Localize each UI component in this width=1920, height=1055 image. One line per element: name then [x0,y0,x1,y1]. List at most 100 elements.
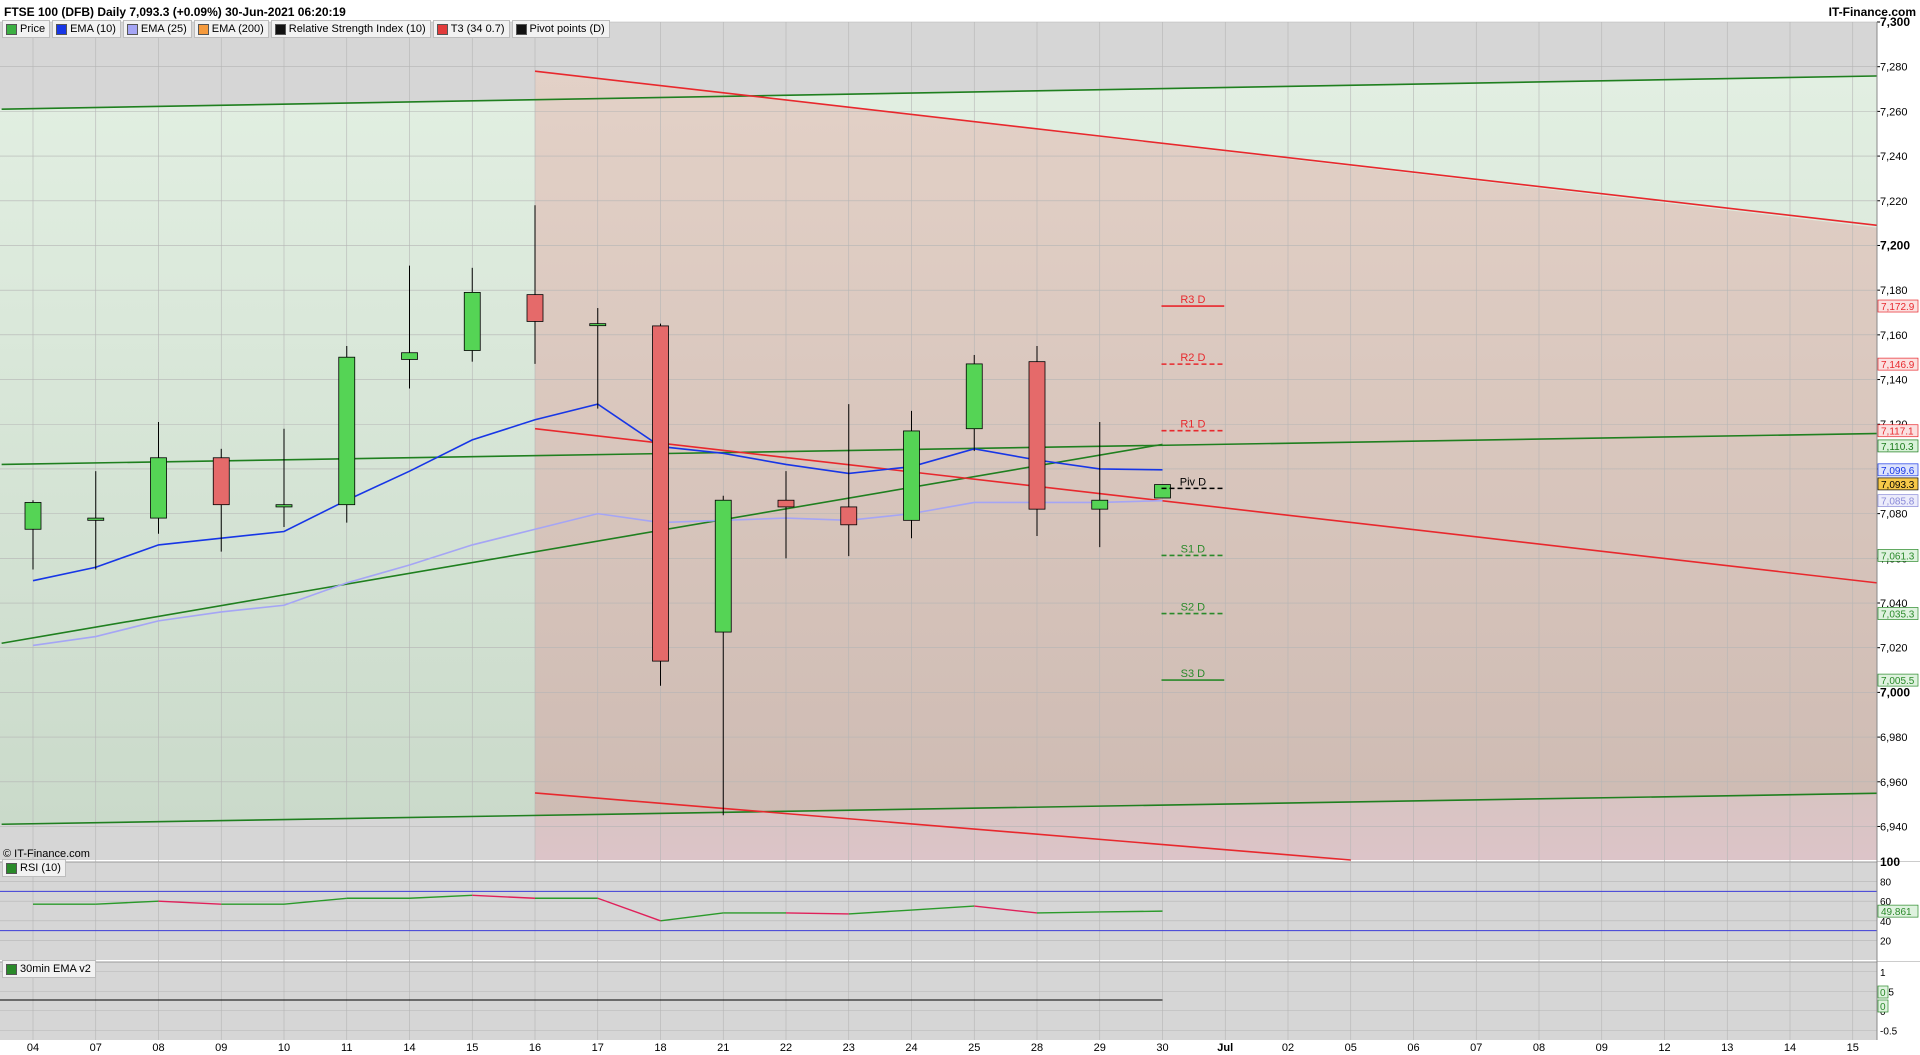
rsi-panel-label[interactable]: RSI (10) [2,859,66,877]
price-tick-label: 6,940 [1880,821,1908,833]
time-tick-label: 13 [1721,1042,1733,1054]
legend-label: EMA (10) [70,23,116,35]
price-tick-label: 7,000 [1880,685,1910,699]
legend-item-ema25[interactable]: EMA (25) [122,20,192,38]
candle-body-28 [1028,361,1046,510]
pivot-tag: 7,172.9 [1881,302,1915,313]
time-tick-label: 22 [780,1042,792,1054]
ema10-swatch-icon [56,23,68,35]
candle-body-16 [526,294,544,322]
time-tick-label: 02 [1282,1042,1294,1054]
time-tick-label: 07 [90,1042,102,1054]
price-tick-label: 7,180 [1880,285,1908,297]
rsi-segment [1099,910,1163,913]
rsi-panel-title: RSI (10) [20,862,61,874]
pivot-tag: 7,061.3 [1881,551,1915,562]
rsi-segment [785,912,849,915]
ema-panel-icon [6,963,17,975]
pivot-label: Piv D [1180,476,1206,488]
time-tick-label: 12 [1658,1042,1670,1054]
pivot-tag: 7,146.9 [1881,360,1915,371]
time-tick-label: 18 [654,1042,666,1054]
rsi-tick-label: 100 [1880,855,1900,869]
time-tick-label: 30 [1156,1042,1168,1054]
time-tick-label: 16 [529,1042,541,1054]
time-tick-label: 06 [1407,1042,1419,1054]
candle-body-22 [777,499,795,508]
time-tick-label: 14 [403,1042,415,1054]
ema-value-tag: 0 [1880,988,1886,999]
pivot-tag: 7,005.5 [1881,676,1915,687]
brand-link[interactable]: IT-Finance.com [1829,5,1916,19]
time-tick-label: 11 [341,1042,352,1054]
candle-body-08 [150,457,167,519]
price-tag: 7,110.3 [1881,442,1914,453]
pivot-label: S3 D [1181,668,1206,680]
price-tick-label: 7,160 [1880,330,1908,342]
time-tick-label: 28 [1031,1042,1043,1054]
candle-body-10 [275,504,293,508]
price-tag: 7,093.3 [1881,480,1915,491]
price-tick-label: 7,020 [1880,643,1908,655]
rsi-swatch-icon [274,23,286,35]
candle-body-17 [589,323,607,327]
pivot-tag: 7,035.3 [1881,610,1915,621]
legend-item-rsi[interactable]: Relative Strength Index (10) [270,20,431,38]
candle-body-30 [1154,484,1171,499]
rsi-tick-label: 80 [1880,878,1892,889]
time-tick-label: 10 [278,1042,290,1054]
rsi-panel-icon [6,862,17,874]
legend-label: Price [20,23,46,35]
time-tick-label: 23 [843,1042,855,1054]
price-swatch-icon [6,23,17,35]
chart-title: FTSE 100 (DFB) Daily 7,093.3 (+0.09%) 30… [4,5,346,19]
price-tick-label: 6,960 [1880,777,1908,789]
legend-item-pivots[interactable]: Pivot points (D) [511,20,610,38]
candle-body-25 [965,363,983,430]
legend-item-ema200[interactable]: EMA (200) [193,20,269,38]
legend-item-ema10[interactable]: EMA (10) [52,20,121,38]
time-tick-label: 21 [717,1042,729,1054]
price-tick-label: 7,240 [1880,151,1908,163]
rsi-panel-background [0,862,1877,960]
pivot-tag: 7,117.1 [1881,427,1914,438]
time-tick-label: 08 [1533,1042,1545,1054]
price-tick-label: 6,980 [1880,732,1908,744]
ema25-swatch-icon [126,23,138,35]
legend-label: EMA (200) [211,23,264,35]
legend-item-price[interactable]: Price [2,20,51,38]
legend-label: Pivot points (D) [529,23,605,35]
price-tick-label: 7,200 [1880,238,1910,252]
legend-label: T3 (34 0.7) [450,23,505,35]
rsi-segment [1036,911,1100,914]
chart-header: FTSE 100 (DFB) Daily 7,093.3 (+0.09%) 30… [0,0,1920,22]
time-tick-label: 15 [466,1042,478,1054]
rsi-tick-label: 20 [1880,936,1892,947]
pivot-label: R1 D [1180,419,1205,431]
candle-body-14 [401,352,418,360]
ema-tick-label: -0.5 [1880,1026,1898,1037]
rsi-value-tag: 49.861 [1881,907,1912,918]
pivot-label: R2 D [1180,352,1205,364]
ema200-swatch-icon [197,23,209,35]
pivots-swatch-icon [515,23,527,35]
price-tag: 7,099.6 [1881,466,1915,477]
legend-item-t3[interactable]: T3 (34 0.7) [432,20,510,38]
indicator-legend: Price EMA (10) EMA (25) EMA (200) Relati… [2,20,612,38]
ema-panel-background [0,962,1877,1040]
time-tick-label: 25 [968,1042,980,1054]
legend-label: Relative Strength Index (10) [288,23,426,35]
chart-canvas[interactable]: R3 D R2 D R1 D Piv D S1 D S2 D S3 D 6,940 6,960 6… [0,0,1920,1055]
ema-panel-label[interactable]: 30min EMA v2 [2,960,96,978]
legend-label: EMA (25) [140,23,187,35]
price-tick-label: 7,080 [1880,509,1908,521]
candle-body-21 [714,499,732,633]
candle-body-29 [1091,499,1109,510]
time-tick-label: 09 [1596,1042,1608,1054]
ema-tick-label: 1 [1880,968,1886,979]
price-tick-label: 7,280 [1880,62,1908,74]
candle-body-24 [903,430,920,521]
time-tick-label: 05 [1345,1042,1357,1054]
time-tick-label: 09 [215,1042,227,1054]
ema-panel-title: 30min EMA v2 [20,963,91,975]
